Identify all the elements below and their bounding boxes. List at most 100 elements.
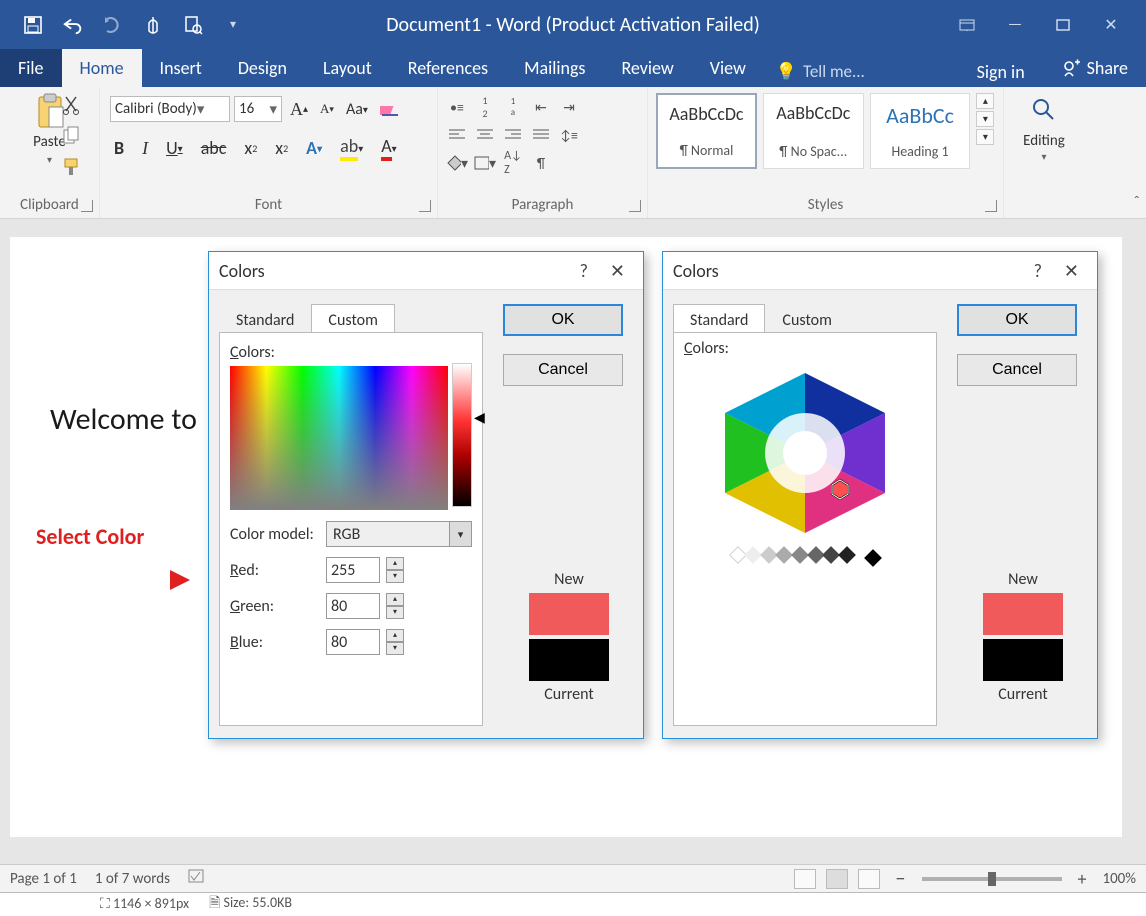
view-print-layout-icon[interactable] xyxy=(826,869,848,889)
tab-review[interactable]: Review xyxy=(603,49,691,87)
zoom-thumb[interactable] xyxy=(988,872,996,886)
format-painter-icon[interactable] xyxy=(62,157,82,182)
grow-font-icon[interactable]: A▴ xyxy=(286,99,312,120)
align-left-icon[interactable] xyxy=(446,124,468,146)
strikethrough-button[interactable]: abc xyxy=(197,137,231,159)
dialog-titlebar[interactable]: Colors ? ✕ xyxy=(209,252,643,290)
zoom-slider[interactable] xyxy=(922,877,1062,881)
blue-input[interactable]: 80 xyxy=(326,629,380,655)
green-input[interactable]: 80 xyxy=(326,593,380,619)
clear-formatting-icon[interactable] xyxy=(376,99,406,119)
styles-scroll-up-icon[interactable]: ▴ xyxy=(976,93,994,109)
copy-icon[interactable] xyxy=(62,126,82,151)
shading-icon[interactable]: ▾ xyxy=(446,152,468,174)
decrease-indent-icon[interactable]: ⇤ xyxy=(530,96,552,118)
tell-me-search[interactable]: 💡 Tell me... xyxy=(764,49,881,87)
redo-icon[interactable] xyxy=(102,14,124,36)
tab-file[interactable]: File xyxy=(0,49,62,87)
print-preview-icon[interactable] xyxy=(182,14,204,36)
font-color-button[interactable]: A▾ xyxy=(377,135,400,161)
undo-icon[interactable] xyxy=(62,14,84,36)
document-page[interactable]: Welcome to Select Color Colors ? ✕ Stand… xyxy=(10,237,1122,837)
bold-button[interactable]: B xyxy=(110,137,128,159)
clipboard-dialog-launcher-icon[interactable] xyxy=(81,200,93,212)
style-card-no-spacing[interactable]: AaBbCcDc ¶ No Spac... xyxy=(763,93,864,169)
highlight-button[interactable]: ab▾ xyxy=(336,135,367,161)
numbering-icon[interactable]: 12 xyxy=(474,96,496,118)
ok-button[interactable]: OK xyxy=(503,304,623,336)
align-right-icon[interactable] xyxy=(502,124,524,146)
help-icon[interactable]: ? xyxy=(1020,260,1056,282)
superscript-button[interactable]: x2 xyxy=(271,137,292,159)
save-icon[interactable] xyxy=(22,14,44,36)
qat-customize-icon[interactable]: ▾ xyxy=(222,14,244,36)
red-input[interactable]: 255 xyxy=(326,557,380,583)
align-center-icon[interactable] xyxy=(474,124,496,146)
zoom-level[interactable]: 100% xyxy=(1102,870,1136,888)
ribbon-display-options-icon[interactable] xyxy=(948,12,986,38)
styles-dialog-launcher-icon[interactable] xyxy=(985,200,997,212)
style-card-heading1[interactable]: AaBbCc Heading 1 xyxy=(870,93,971,169)
share-button[interactable]: Share xyxy=(1043,49,1146,87)
tab-home[interactable]: Home xyxy=(62,49,142,87)
multilevel-list-icon[interactable]: 1a xyxy=(502,96,524,118)
increase-indent-icon[interactable]: ⇥ xyxy=(558,96,580,118)
cancel-button[interactable]: Cancel xyxy=(957,354,1077,386)
subscript-button[interactable]: x2 xyxy=(240,137,261,159)
cut-icon[interactable] xyxy=(62,95,82,120)
sort-icon[interactable]: A↓Z xyxy=(502,152,524,174)
show-hide-icon[interactable]: ¶ xyxy=(530,152,552,174)
tab-insert[interactable]: Insert xyxy=(142,49,220,87)
blue-spinner[interactable]: ▴▾ xyxy=(386,629,404,655)
document-text[interactable]: Welcome to xyxy=(50,401,197,438)
view-web-layout-icon[interactable] xyxy=(858,869,880,889)
close-icon[interactable]: ✕ xyxy=(602,260,633,282)
italic-button[interactable]: I xyxy=(138,138,152,159)
touch-mouse-mode-icon[interactable] xyxy=(142,14,164,36)
tab-layout[interactable]: Layout xyxy=(305,49,390,87)
close-icon[interactable]: ✕ xyxy=(1092,12,1130,38)
luminance-slider[interactable] xyxy=(452,363,472,507)
text-effects-button[interactable]: A▾ xyxy=(302,137,326,159)
color-model-combo[interactable]: RGB ▾ xyxy=(326,521,472,547)
editing-label[interactable]: Editing xyxy=(1023,132,1065,150)
black-hex-icon[interactable] xyxy=(864,549,882,567)
tab-mailings[interactable]: Mailings xyxy=(506,49,603,87)
styles-more-icon[interactable]: ▾ xyxy=(976,129,994,145)
color-gradient-picker[interactable] xyxy=(230,366,448,510)
collapse-ribbon-icon[interactable]: ˆ xyxy=(1134,193,1140,212)
green-spinner[interactable]: ▴▾ xyxy=(386,593,404,619)
maximize-icon[interactable] xyxy=(1044,12,1082,38)
word-count[interactable]: 1 of 7 words xyxy=(95,870,170,888)
zoom-in-button[interactable]: + xyxy=(1072,868,1093,890)
standard-color-hexagon[interactable] xyxy=(710,368,900,538)
tab-view[interactable]: View xyxy=(692,49,764,87)
chevron-down-icon[interactable]: ▾ xyxy=(449,522,471,546)
underline-button[interactable]: U▾ xyxy=(162,137,187,159)
tab-design[interactable]: Design xyxy=(220,49,305,87)
gray-scale-strip[interactable] xyxy=(684,548,926,567)
page-indicator[interactable]: Page 1 of 1 xyxy=(10,870,77,888)
close-icon[interactable]: ✕ xyxy=(1056,260,1087,282)
style-card-normal[interactable]: AaBbCcDc ¶ Normal xyxy=(656,93,757,169)
minimize-icon[interactable]: — xyxy=(996,12,1034,38)
sign-in-link[interactable]: Sign in xyxy=(959,53,1043,83)
font-size-combo[interactable]: 16▾ xyxy=(234,96,282,122)
bullets-icon[interactable]: •≡ xyxy=(446,96,468,118)
find-icon[interactable] xyxy=(1031,97,1057,128)
font-name-combo[interactable]: Calibri (Body) xyxy=(110,96,230,122)
help-icon[interactable]: ? xyxy=(566,260,602,282)
zoom-out-button[interactable]: − xyxy=(890,867,912,891)
paragraph-dialog-launcher-icon[interactable] xyxy=(629,200,641,212)
luminance-cursor-icon[interactable]: ◀ xyxy=(474,409,485,426)
line-spacing-icon[interactable]: ↕≡ xyxy=(558,124,580,146)
tab-references[interactable]: References xyxy=(390,49,506,87)
styles-scroll-down-icon[interactable]: ▾ xyxy=(976,111,994,127)
dialog-titlebar[interactable]: Colors ? ✕ xyxy=(663,252,1097,290)
cancel-button[interactable]: Cancel xyxy=(503,354,623,386)
font-dialog-launcher-icon[interactable] xyxy=(419,200,431,212)
borders-icon[interactable]: ▾ xyxy=(474,152,496,174)
change-case-button[interactable]: Aa▾ xyxy=(342,100,372,119)
red-spinner[interactable]: ▴▾ xyxy=(386,557,404,583)
shrink-font-icon[interactable]: A▾ xyxy=(316,101,338,117)
